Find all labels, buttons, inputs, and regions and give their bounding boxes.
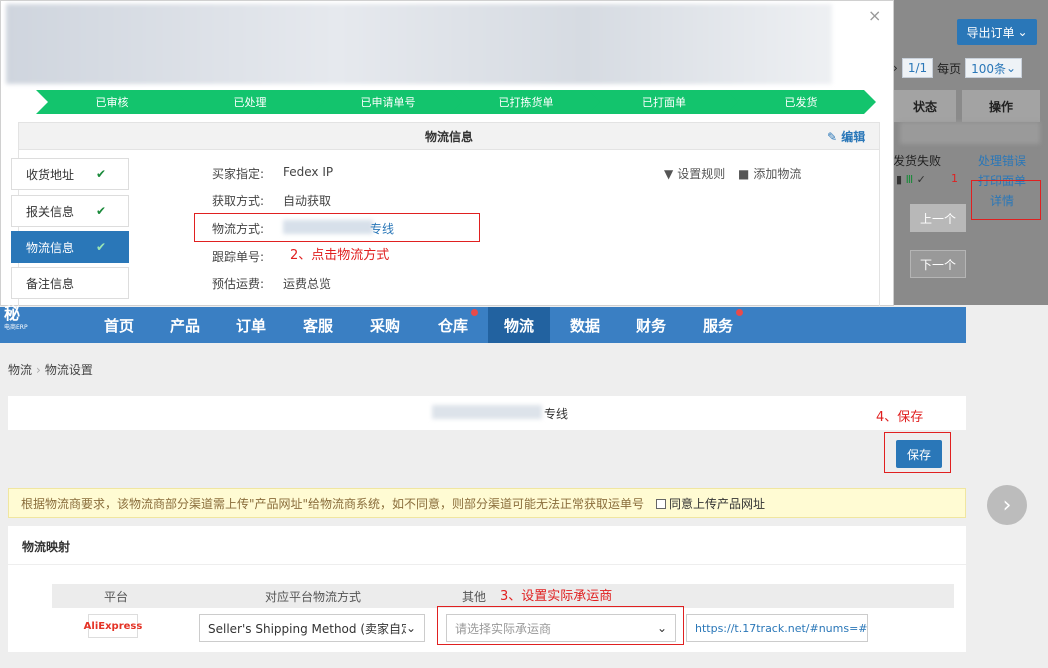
nav-products[interactable]: 产品 — [154, 307, 216, 343]
tracking-url-input[interactable]: https://t.17track.net/#nums=#T — [686, 614, 868, 642]
step-1: 已审核 — [36, 90, 188, 114]
annotation-4: 4、保存 — [876, 410, 924, 425]
breadcrumb: 物流 › 物流设置 — [8, 361, 93, 378]
col-other: 其他 — [462, 589, 487, 604]
copy-icon: ▮ — [896, 173, 903, 186]
sidebar-item-notes[interactable]: 备注信息 — [11, 267, 129, 299]
status-icons: ▮ Ⅲ ✓ — [896, 173, 926, 186]
notification-dot — [471, 309, 479, 316]
next-slide-button[interactable]: › — [987, 485, 1027, 525]
nav-data[interactable]: 数据 — [554, 307, 616, 343]
section-title: 物流映射 — [22, 540, 71, 554]
annotation-box-save — [884, 432, 951, 473]
truck-icon: ■ — [738, 167, 750, 181]
chevron-right-icon: › — [1002, 492, 1012, 518]
annotation-2: 2、点击物流方式 — [290, 248, 390, 263]
nav-orders[interactable]: 订单 — [220, 307, 282, 343]
buyer-specified-label: 买家指定: — [212, 167, 265, 181]
nav-warehouse[interactable]: 仓库 — [422, 307, 484, 343]
breadcrumb-current: 物流设置 — [44, 363, 93, 377]
notice-text: 根据物流商要求，该物流商部分渠道需上传"产品网址"给物流商系统，如不同意，则部分… — [21, 496, 645, 511]
per-page-label: 每页 — [937, 61, 962, 76]
agree-upload-checkbox[interactable]: 同意上传产品网址 — [656, 495, 765, 512]
check-icon: ✔ — [95, 240, 106, 254]
edit-icon: ✎ — [827, 130, 838, 144]
annotation-box-detail — [971, 180, 1041, 220]
annotation-box-method — [194, 213, 480, 242]
prev-button[interactable]: 上一个 — [910, 204, 966, 232]
chevron-down-icon: ⌄ — [1017, 25, 1028, 39]
nav-services[interactable]: 服务 — [687, 307, 749, 343]
status-column-header: 状态 — [894, 90, 956, 122]
panel-title: 物流信息 — [18, 122, 880, 150]
check-icon: ✔ — [95, 204, 106, 218]
logo: 秘电商ERP — [4, 304, 28, 332]
notification-dot — [736, 309, 744, 316]
platform-shipping-method-select[interactable]: Seller's Shipping Method (卖家自定义 ⌄ — [199, 614, 425, 642]
nav-home[interactable]: 首页 — [88, 307, 150, 343]
annotation-box-carrier — [437, 606, 684, 645]
chevron-down-icon: ⌄ — [405, 621, 416, 635]
chevron-down-icon: ⌄ — [1006, 61, 1017, 75]
chevron-right-icon: › — [36, 363, 41, 377]
step-2: 已处理 — [174, 90, 326, 114]
sidebar-item-address[interactable]: 收货地址 ✔ — [11, 158, 129, 190]
add-logistics-button[interactable]: ■ 添加物流 — [738, 165, 801, 182]
nav-purchasing[interactable]: 采购 — [354, 307, 416, 343]
fetch-method-value: 自动获取 — [283, 194, 332, 208]
blurred-channel-name — [432, 405, 542, 419]
check-icon: ✔ — [95, 167, 106, 181]
filter-icon: ▼ — [664, 167, 674, 181]
notice-banner: 根据物流商要求，该物流商部分渠道需上传"产品网址"给物流商系统，如不同意，则部分… — [8, 488, 966, 518]
check-icon: ✓ — [916, 173, 926, 186]
fix-error-link[interactable]: 处理错误 — [978, 152, 1026, 169]
channel-name: 专线 — [544, 407, 569, 421]
close-icon[interactable]: × — [868, 6, 881, 25]
barcode-icon: Ⅲ — [905, 173, 914, 186]
page-indicator: 1/1 — [901, 58, 934, 78]
fetch-method-label: 获取方式: — [212, 194, 265, 208]
sidebar-item-logistics[interactable]: 物流信息 ✔ — [11, 231, 129, 263]
nav-logistics[interactable]: 物流 — [488, 307, 550, 343]
action-column-header: 操作 — [962, 90, 1040, 122]
set-rule-button[interactable]: ▼ 设置规则 — [664, 165, 725, 182]
divider — [8, 564, 966, 565]
step-5: 已打面单 — [588, 90, 740, 114]
breadcrumb-root[interactable]: 物流 — [8, 363, 32, 377]
edit-button[interactable]: ✎ 编辑 — [827, 128, 865, 145]
export-orders-button[interactable]: 导出订单 ⌄ — [957, 19, 1037, 45]
blurred-order-header — [6, 4, 832, 84]
annotation-1: 1 — [951, 172, 958, 185]
col-platform: 平台 — [104, 589, 129, 604]
step-3: 已申请单号 — [312, 90, 464, 114]
step-6: 已发货 — [726, 90, 876, 114]
per-page-select[interactable]: 100条 ⌄ — [965, 58, 1023, 78]
step-4: 已打拣货单 — [450, 90, 602, 114]
sidebar-item-customs[interactable]: 报关信息 ✔ — [11, 195, 129, 227]
nav-finance[interactable]: 财务 — [620, 307, 682, 343]
blurred-row — [900, 122, 1040, 144]
annotation-3: 3、设置实际承运商 — [500, 589, 613, 604]
estimated-fee-label: 预估运费: — [212, 277, 265, 291]
pager: › 1/1 每页 100条 ⌄ — [893, 57, 1023, 79]
aliexpress-logo: AliExpress — [84, 614, 142, 638]
fee-overview-link[interactable]: 运费总览 — [283, 275, 331, 292]
buyer-specified-value: Fedex IP — [283, 165, 334, 179]
status-text: 发货失败 — [893, 154, 942, 168]
next-button[interactable]: 下一个 — [910, 250, 966, 278]
col-platform-method: 对应平台物流方式 — [265, 589, 362, 604]
nav-customer-service[interactable]: 客服 — [287, 307, 349, 343]
tracking-number-label: 跟踪单号: — [212, 250, 265, 264]
